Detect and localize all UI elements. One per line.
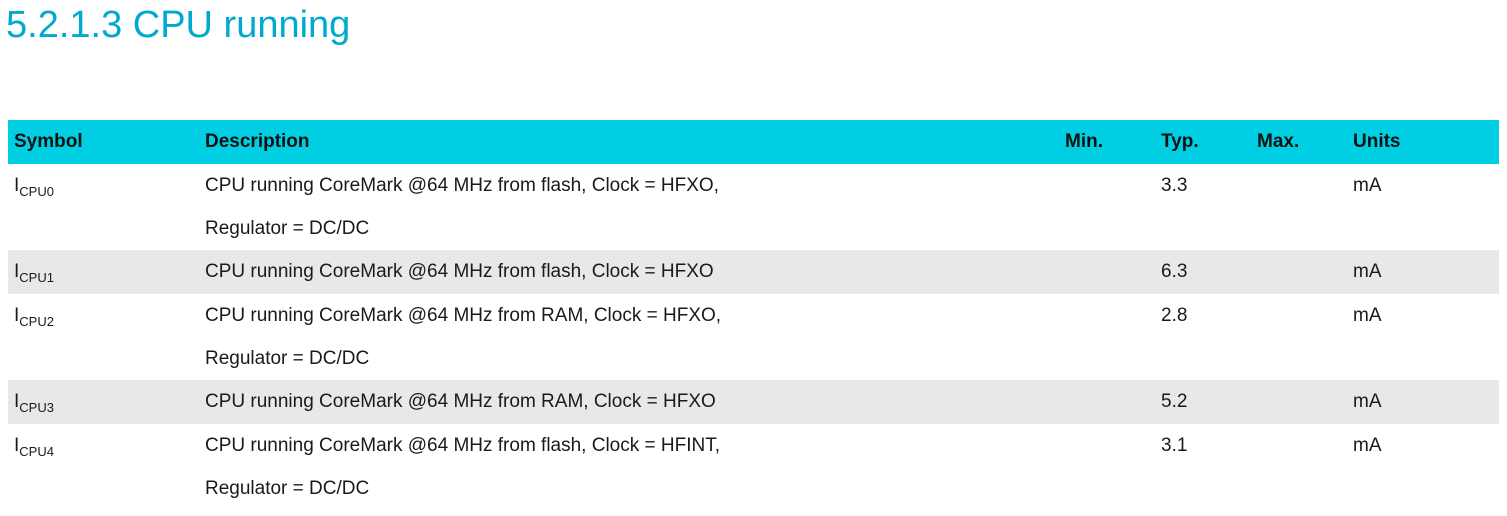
section-title: 5.2.1.3 CPU running (6, 4, 351, 46)
cell-description: CPU running CoreMark @64 MHz from flash,… (199, 164, 1059, 250)
cell-max (1251, 250, 1347, 294)
table-row: ICPU2 CPU running CoreMark @64 MHz from R… (8, 294, 1499, 380)
cell-symbol: ICPU4 (8, 424, 199, 510)
cell-description: CPU running CoreMark @64 MHz from flash,… (199, 424, 1059, 510)
symbol: ICPU4 (14, 424, 54, 468)
description-line: Regulator = DC/DC (205, 478, 370, 499)
description-line: Regulator = DC/DC (205, 218, 370, 239)
cell-typ: 6.3 (1161, 261, 1188, 282)
cell-symbol: ICPU3 (8, 380, 199, 424)
table-body: ICPU0 CPU running CoreMark @64 MHz from f… (8, 164, 1499, 510)
cell-min (1059, 380, 1155, 424)
description-line: CPU running CoreMark @64 MHz from RAM, C… (205, 305, 722, 326)
cell-description: CPU running CoreMark @64 MHz from flash,… (199, 250, 1059, 294)
cell-typ: 3.1 (1161, 435, 1188, 456)
cell-min (1059, 294, 1155, 380)
header-symbol: Symbol (14, 131, 83, 152)
cell-typ: 2.8 (1161, 305, 1188, 326)
header-description: Description (205, 131, 310, 152)
cpu-running-table: Symbol Description Min. Typ. Max. Units … (8, 120, 1499, 510)
cell-max (1251, 294, 1347, 380)
symbol-subscript: CPU0 (19, 184, 54, 199)
cell-min (1059, 164, 1155, 250)
cell-description: CPU running CoreMark @64 MHz from RAM, C… (199, 380, 1059, 424)
symbol-subscript: CPU4 (19, 444, 54, 459)
symbol-subscript: CPU2 (19, 314, 54, 329)
description-line: Regulator = DC/DC (205, 348, 370, 369)
symbol-subscript: CPU1 (19, 270, 54, 285)
table-row: ICPU3 CPU running CoreMark @64 MHz from R… (8, 380, 1499, 424)
cell-max (1251, 380, 1347, 424)
cell-description: CPU running CoreMark @64 MHz from RAM, C… (199, 294, 1059, 380)
cell-symbol: ICPU0 (8, 164, 199, 250)
cell-units: mA (1353, 305, 1382, 326)
table-row: ICPU4 CPU running CoreMark @64 MHz from f… (8, 424, 1499, 510)
symbol: ICPU2 (14, 294, 54, 338)
cell-symbol: ICPU1 (8, 250, 199, 294)
description-line: CPU running CoreMark @64 MHz from RAM, C… (205, 391, 716, 412)
cell-units: mA (1353, 391, 1382, 412)
symbol: ICPU1 (14, 250, 54, 294)
symbol: ICPU3 (14, 380, 54, 424)
symbol: ICPU0 (14, 164, 54, 208)
cell-max (1251, 164, 1347, 250)
cell-typ: 3.3 (1161, 175, 1188, 196)
cell-symbol: ICPU2 (8, 294, 199, 380)
description-line: CPU running CoreMark @64 MHz from flash,… (205, 435, 721, 456)
header-min: Min. (1065, 131, 1103, 152)
description-line: CPU running CoreMark @64 MHz from flash,… (205, 175, 719, 196)
table-row: ICPU1 CPU running CoreMark @64 MHz from f… (8, 250, 1499, 294)
description-line: CPU running CoreMark @64 MHz from flash,… (205, 261, 714, 282)
header-typ: Typ. (1161, 131, 1199, 152)
cell-max (1251, 424, 1347, 510)
cell-typ: 5.2 (1161, 391, 1188, 412)
cell-units: mA (1353, 435, 1382, 456)
cell-units: mA (1353, 175, 1382, 196)
cell-min (1059, 250, 1155, 294)
header-units: Units (1353, 131, 1401, 152)
header-max: Max. (1257, 131, 1300, 152)
table-row: ICPU0 CPU running CoreMark @64 MHz from f… (8, 164, 1499, 250)
cell-min (1059, 424, 1155, 510)
symbol-subscript: CPU3 (19, 400, 54, 415)
cell-units: mA (1353, 261, 1382, 282)
table-header-row: Symbol Description Min. Typ. Max. Units (8, 120, 1499, 164)
